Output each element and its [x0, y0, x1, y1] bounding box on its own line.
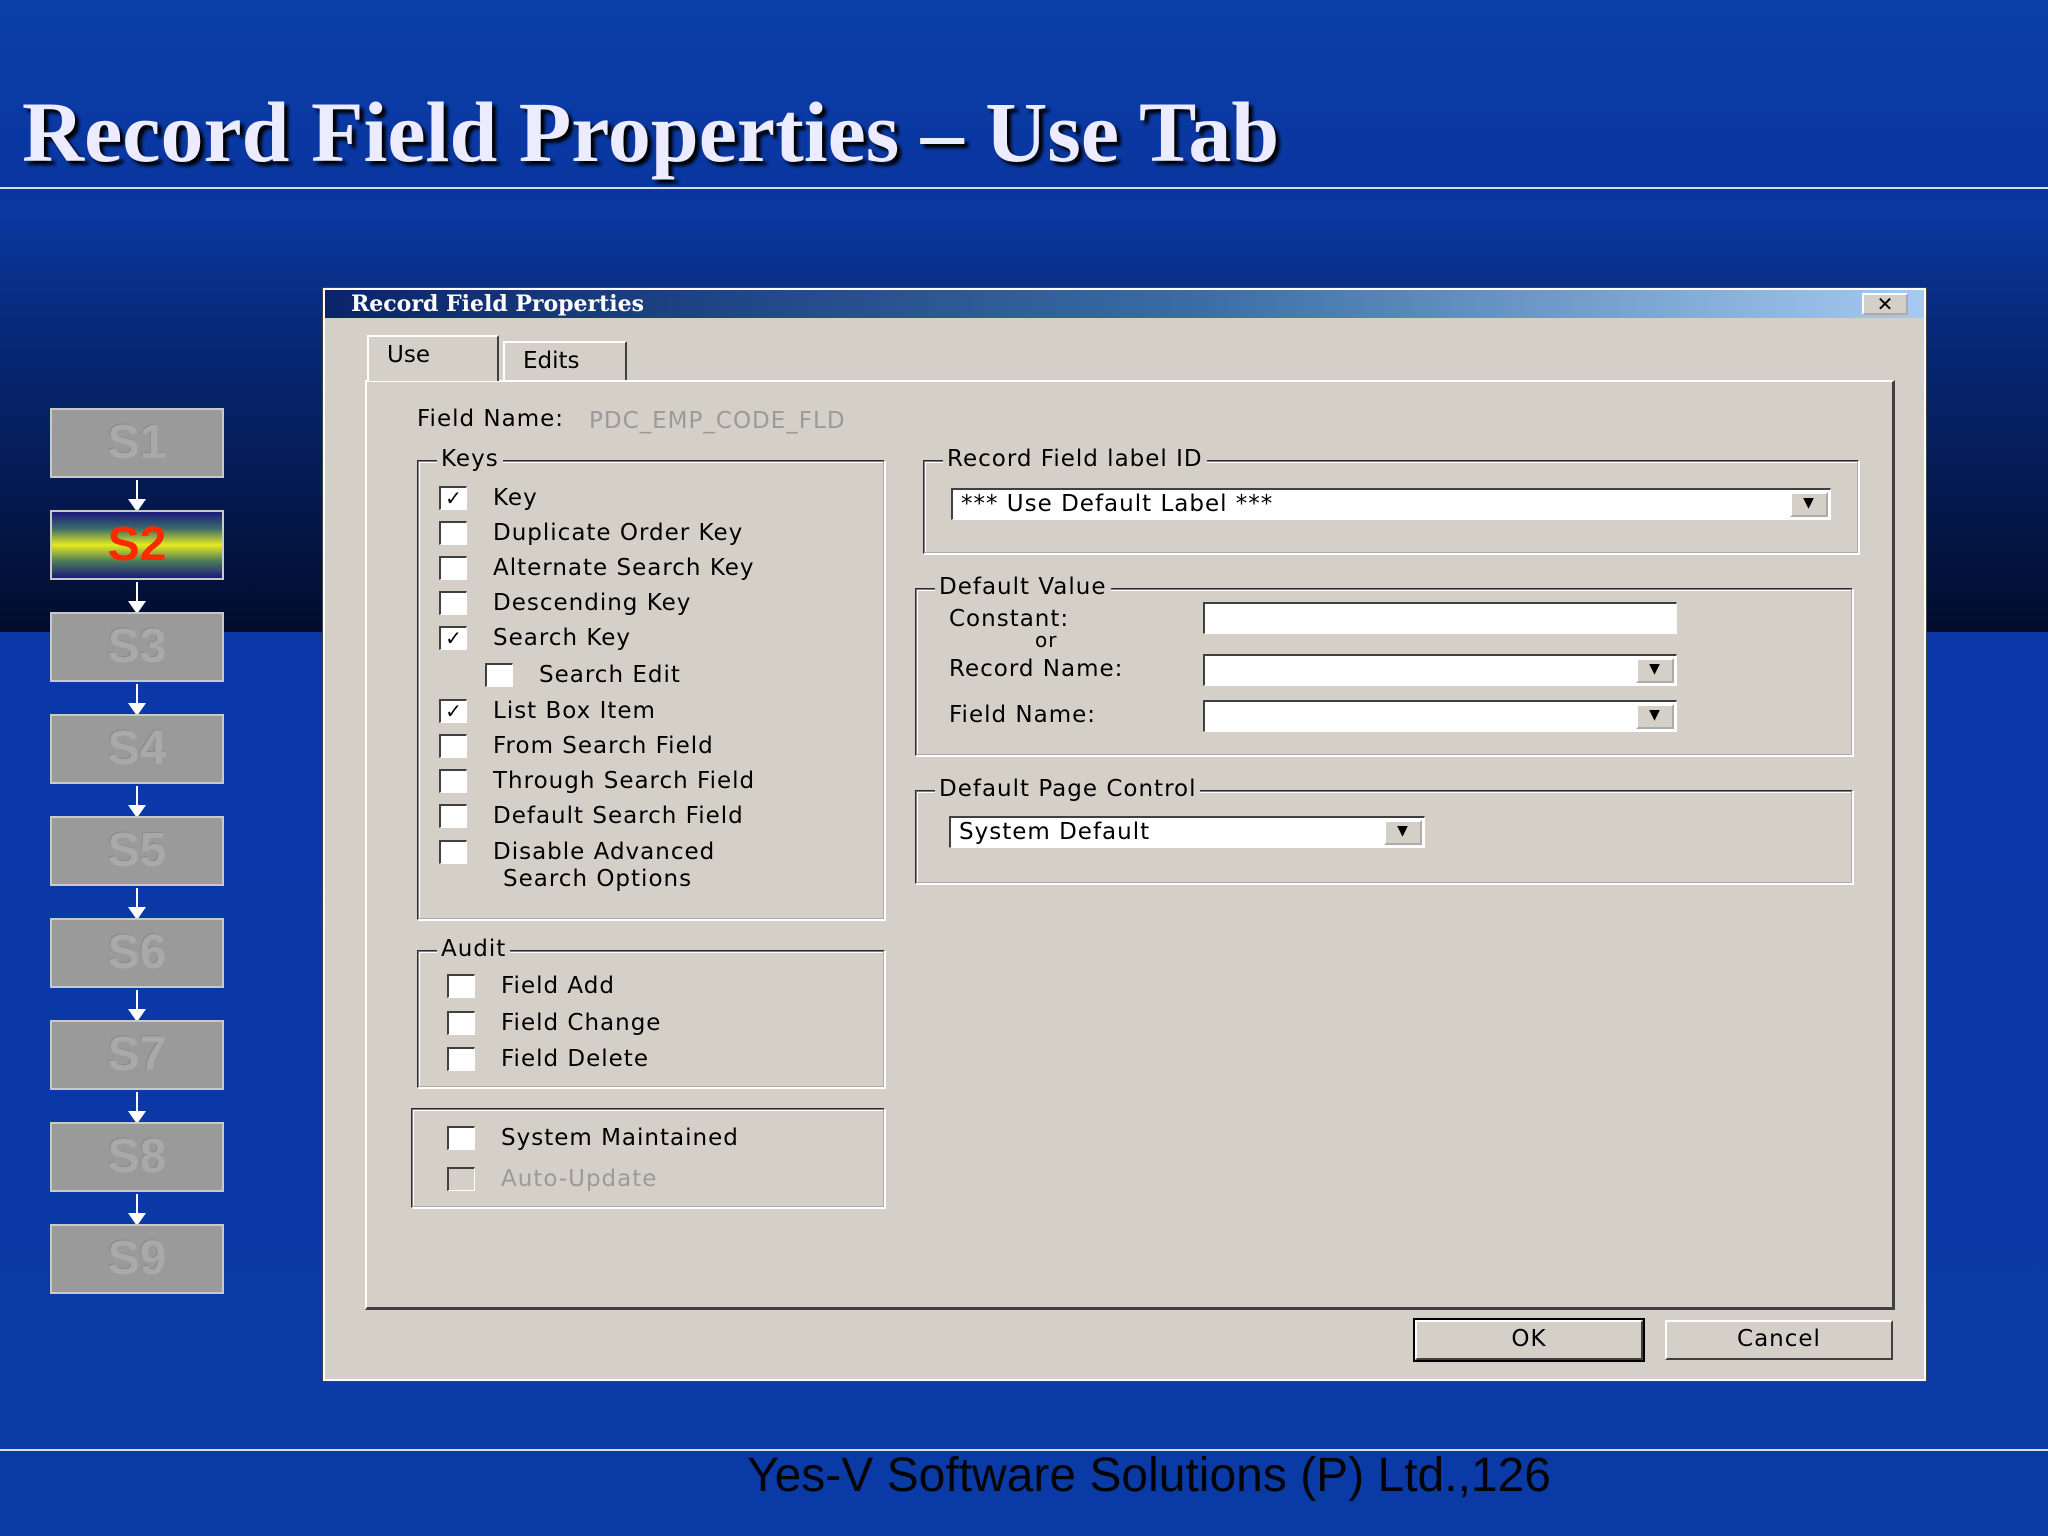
dialog-titlebar: Record Field Properties	[325, 290, 1924, 318]
field-add-checkbox[interactable]	[447, 974, 475, 998]
system-maintained-checkbox[interactable]	[447, 1126, 475, 1150]
arrow-icon	[128, 480, 146, 512]
default-field-name-label: Field Name:	[949, 702, 1097, 728]
from-search-field-checkbox[interactable]	[439, 734, 467, 758]
slide-title: Record Field Properties – Use Tab	[22, 84, 1280, 180]
record-name-label: Record Name:	[949, 656, 1124, 682]
auto-update-checkbox	[447, 1167, 475, 1191]
keys-group-title: Keys	[437, 446, 503, 472]
chevron-down-icon[interactable]: ▼	[1790, 492, 1828, 517]
audit-group-title: Audit	[437, 936, 511, 962]
step-s1[interactable]: S1	[50, 408, 224, 478]
close-icon[interactable]: ✕	[1862, 293, 1908, 315]
label-id-value: *** Use Default Label ***	[961, 491, 1274, 517]
chevron-down-icon[interactable]: ▼	[1384, 820, 1422, 845]
cancel-button[interactable]: Cancel	[1665, 1320, 1893, 1360]
page-control-value: System Default	[959, 819, 1151, 845]
disable-advanced-search-label-2: Search Options	[503, 866, 693, 892]
step-s4[interactable]: S4	[50, 714, 224, 784]
descending-key-label: Descending Key	[493, 590, 692, 616]
default-search-field-checkbox[interactable]	[439, 804, 467, 828]
arrow-icon	[128, 786, 146, 818]
label-id-group: Record Field label ID *** Use Default La…	[923, 446, 1859, 554]
maintenance-group: System Maintained Auto-Update	[411, 1108, 885, 1208]
label-id-group-title: Record Field label ID	[943, 446, 1207, 472]
constant-input[interactable]	[1203, 602, 1677, 634]
default-value-group: Default Value Constant: or Record Name: …	[915, 574, 1853, 756]
page-control-dropdown[interactable]: System Default ▼	[949, 816, 1425, 848]
arrow-icon	[128, 1092, 146, 1124]
field-name-label: Field Name:	[417, 406, 565, 432]
auto-update-label: Auto-Update	[501, 1166, 658, 1192]
search-key-checkbox[interactable]: ✓	[439, 626, 467, 650]
dialog-title: Record Field Properties	[351, 291, 645, 317]
title-divider	[0, 187, 2048, 189]
system-maintained-label: System Maintained	[501, 1125, 739, 1151]
field-add-label: Field Add	[501, 973, 615, 999]
keys-group: Keys ✓ Key Duplicate Order Key Alternate…	[417, 446, 885, 920]
arrow-icon	[128, 582, 146, 614]
alternate-search-key-checkbox[interactable]	[439, 556, 467, 580]
use-tab-panel: Field Name: PDC_EMP_CODE_FLD Keys ✓ Key …	[365, 380, 1895, 1310]
list-box-item-label: List Box Item	[493, 698, 656, 724]
chevron-down-icon[interactable]: ▼	[1636, 704, 1674, 729]
step-s9[interactable]: S9	[50, 1224, 224, 1294]
field-delete-label: Field Delete	[501, 1046, 649, 1072]
default-search-field-label: Default Search Field	[493, 803, 744, 829]
from-search-field-label: From Search Field	[493, 733, 714, 759]
through-search-field-checkbox[interactable]	[439, 769, 467, 793]
step-s7[interactable]: S7	[50, 1020, 224, 1090]
key-checkbox[interactable]: ✓	[439, 486, 467, 510]
search-edit-checkbox[interactable]	[485, 663, 513, 687]
page-control-group: Default Page Control System Default ▼	[915, 776, 1853, 884]
field-change-label: Field Change	[501, 1010, 662, 1036]
alternate-search-key-label: Alternate Search Key	[493, 555, 755, 581]
record-field-properties-dialog: Record Field Properties ✕ Use Edits Fiel…	[322, 287, 1927, 1382]
default-value-group-title: Default Value	[935, 574, 1111, 600]
step-s8[interactable]: S8	[50, 1122, 224, 1192]
step-s5[interactable]: S5	[50, 816, 224, 886]
search-key-label: Search Key	[493, 625, 632, 651]
or-label: or	[1035, 628, 1058, 652]
record-name-dropdown[interactable]: ▼	[1203, 654, 1677, 686]
audit-group: Audit Field Add Field Change Field Delet…	[417, 936, 885, 1088]
arrow-icon	[128, 684, 146, 716]
step-s3[interactable]: S3	[50, 612, 224, 682]
slide-footer: Yes-V Software Solutions (P) Ltd.,126	[747, 1449, 1551, 1502]
tab-edits[interactable]: Edits	[503, 341, 627, 381]
field-name-dropdown[interactable]: ▼	[1203, 700, 1677, 732]
search-edit-label: Search Edit	[539, 662, 681, 688]
step-s6[interactable]: S6	[50, 918, 224, 988]
arrow-icon	[128, 990, 146, 1022]
duplicate-order-key-label: Duplicate Order Key	[493, 520, 744, 546]
page-control-group-title: Default Page Control	[935, 776, 1201, 802]
label-id-dropdown[interactable]: *** Use Default Label *** ▼	[951, 488, 1831, 520]
field-name-value: PDC_EMP_CODE_FLD	[589, 408, 846, 434]
through-search-field-label: Through Search Field	[493, 768, 756, 794]
list-box-item-checkbox[interactable]: ✓	[439, 699, 467, 723]
step-s2[interactable]: S2	[50, 510, 224, 580]
tab-use[interactable]: Use	[367, 335, 499, 381]
key-checkbox-label: Key	[493, 485, 538, 511]
duplicate-order-key-checkbox[interactable]	[439, 521, 467, 545]
descending-key-checkbox[interactable]	[439, 591, 467, 615]
ok-button[interactable]: OK	[1413, 1318, 1645, 1362]
disable-advanced-search-label: Disable Advanced	[493, 839, 716, 865]
field-delete-checkbox[interactable]	[447, 1047, 475, 1071]
disable-advanced-search-checkbox[interactable]	[439, 840, 467, 864]
field-change-checkbox[interactable]	[447, 1011, 475, 1035]
arrow-icon	[128, 1194, 146, 1226]
chevron-down-icon[interactable]: ▼	[1636, 658, 1674, 683]
arrow-icon	[128, 888, 146, 920]
